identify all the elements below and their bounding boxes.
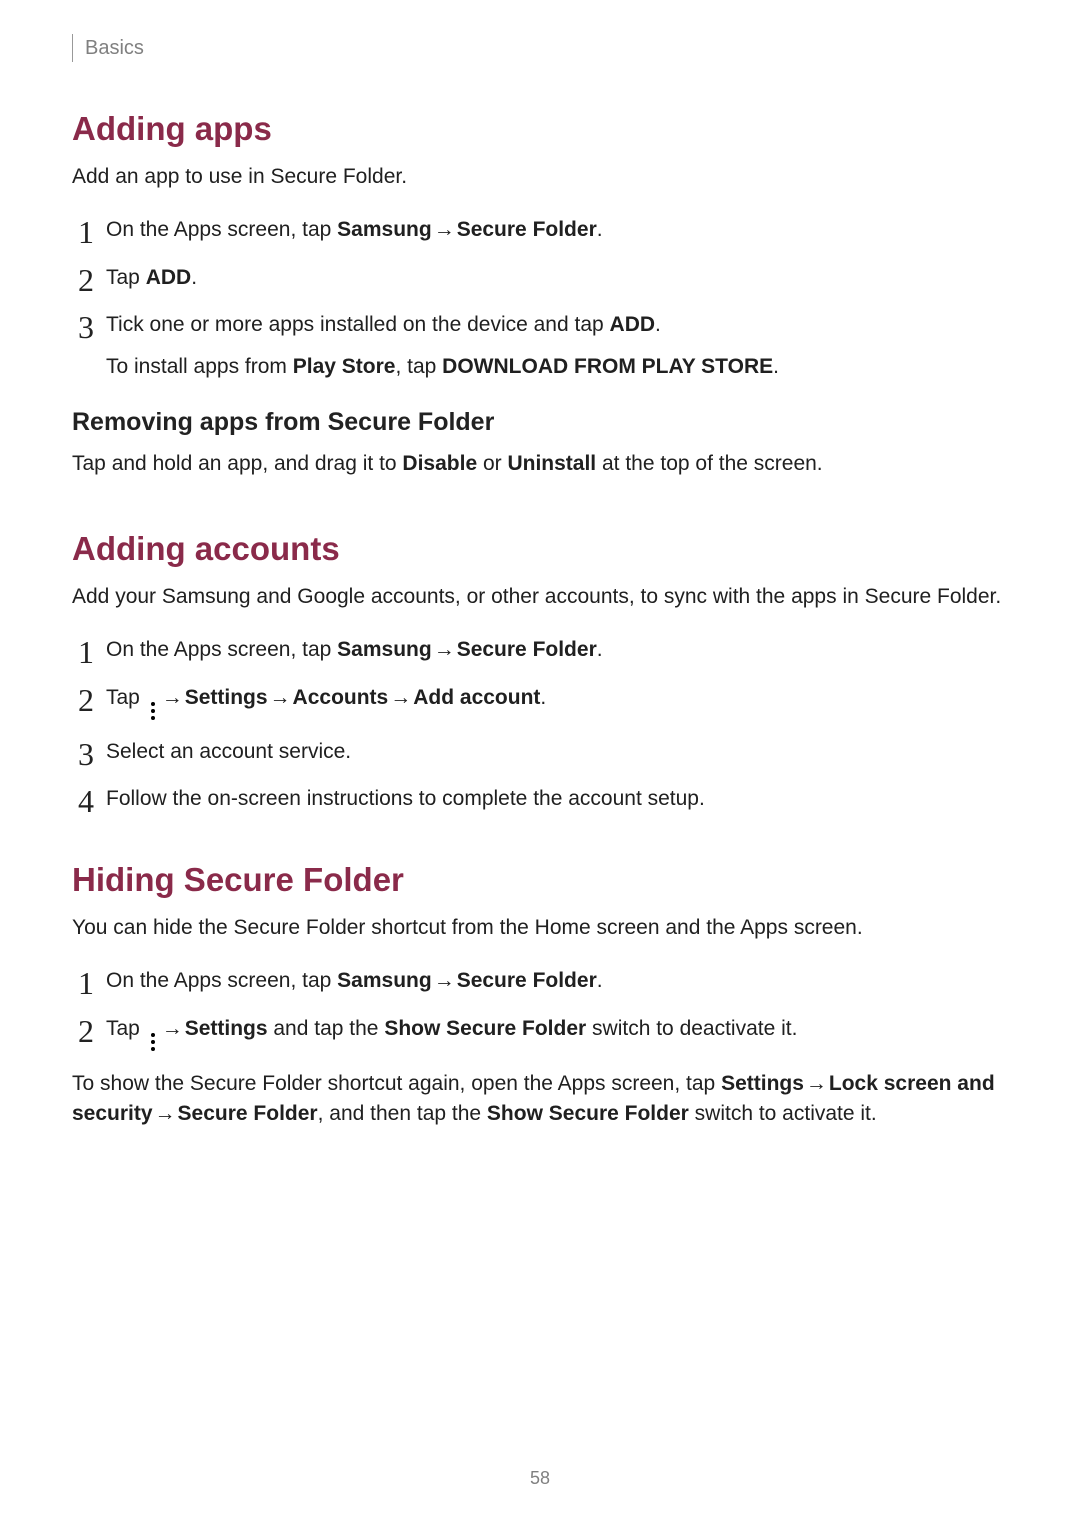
- header-rule: Basics: [72, 34, 1008, 62]
- bold: Secure Folder: [457, 638, 597, 661]
- step-text: , tap: [395, 355, 442, 378]
- list-item: Tap →Settings and tap the Show Secure Fo…: [72, 1013, 1008, 1051]
- bold: Show Secure Folder: [487, 1102, 689, 1125]
- steps-hiding-secure-folder: On the Apps screen, tap Samsung→Secure F…: [72, 965, 1008, 1051]
- step-text: To install apps from: [106, 355, 293, 378]
- arrow-icon: →: [804, 1072, 829, 1095]
- subheading-removing-apps: Removing apps from Secure Folder: [72, 408, 1008, 437]
- bold: Show Secure Folder: [384, 1017, 586, 1040]
- lead-hiding-secure-folder: You can hide the Secure Folder shortcut …: [72, 913, 1008, 943]
- page-number: 58: [0, 1468, 1080, 1489]
- manual-page: Basics Adding apps Add an app to use in …: [0, 0, 1080, 1130]
- step-text: Tap: [106, 686, 146, 709]
- step-text: switch to deactivate it.: [586, 1017, 797, 1040]
- step-text: On the Apps screen, tap: [106, 218, 337, 241]
- bold: Secure Folder: [457, 218, 597, 241]
- step-text: .: [655, 313, 661, 336]
- bold: Settings: [185, 1017, 268, 1040]
- text: To show the Secure Folder shortcut again…: [72, 1072, 721, 1095]
- arrow-icon: →: [268, 686, 293, 709]
- step-text: .: [597, 638, 603, 661]
- bold: Secure Folder: [457, 969, 597, 992]
- step-text: Follow the on-screen instructions to com…: [106, 787, 705, 810]
- bold: Disable: [402, 452, 477, 475]
- step-text: On the Apps screen, tap: [106, 969, 337, 992]
- text: , and then tap the: [318, 1102, 487, 1125]
- step-text: Select an account service.: [106, 740, 351, 763]
- step-text: and tap the: [268, 1017, 385, 1040]
- bold: Add account: [413, 686, 540, 709]
- step-extra: To install apps from Play Store, tap DOW…: [106, 351, 1008, 383]
- list-item: On the Apps screen, tap Samsung→Secure F…: [72, 214, 1008, 246]
- text: or: [477, 452, 507, 475]
- list-item: Tap →Settings→Accounts→Add account.: [72, 682, 1008, 720]
- list-item: Tap ADD.: [72, 262, 1008, 294]
- spacer: [72, 833, 1008, 861]
- arrow-icon: →: [432, 218, 457, 241]
- step-text: .: [540, 686, 546, 709]
- step-text: On the Apps screen, tap: [106, 638, 337, 661]
- arrow-icon: →: [432, 638, 457, 661]
- steps-adding-apps: On the Apps screen, tap Samsung→Secure F…: [72, 214, 1008, 382]
- body-show-again: To show the Secure Folder shortcut again…: [72, 1069, 1008, 1130]
- step-text: Tap: [106, 266, 146, 289]
- arrow-icon: →: [153, 1102, 178, 1125]
- list-item: On the Apps screen, tap Samsung→Secure F…: [72, 634, 1008, 666]
- list-item: On the Apps screen, tap Samsung→Secure F…: [72, 965, 1008, 997]
- bold: Settings: [185, 686, 268, 709]
- text: Tap and hold an app, and drag it to: [72, 452, 402, 475]
- arrow-icon: →: [160, 686, 185, 709]
- heading-adding-apps: Adding apps: [72, 110, 1008, 148]
- arrow-icon: →: [432, 969, 457, 992]
- list-item: Select an account service.: [72, 736, 1008, 768]
- header-section-label: Basics: [85, 37, 144, 60]
- step-text: Tick one or more apps installed on the d…: [106, 313, 610, 336]
- heading-hiding-secure-folder: Hiding Secure Folder: [72, 861, 1008, 899]
- heading-adding-accounts: Adding accounts: [72, 530, 1008, 568]
- text: switch to activate it.: [689, 1102, 877, 1125]
- bold: ADD: [146, 266, 192, 289]
- body-removing-apps: Tap and hold an app, and drag it to Disa…: [72, 449, 1008, 479]
- more-options-icon: [148, 1033, 158, 1051]
- bold: Samsung: [337, 969, 432, 992]
- step-text: Tap: [106, 1017, 146, 1040]
- bold: DOWNLOAD FROM PLAY STORE: [442, 355, 773, 378]
- bold: Samsung: [337, 638, 432, 661]
- arrow-icon: →: [388, 686, 413, 709]
- bold: Accounts: [293, 686, 389, 709]
- bold: Settings: [721, 1072, 804, 1095]
- list-item: Tick one or more apps installed on the d…: [72, 309, 1008, 382]
- text: at the top of the screen.: [596, 452, 822, 475]
- bold: Secure Folder: [178, 1102, 318, 1125]
- bold: Play Store: [293, 355, 396, 378]
- list-item: Follow the on-screen instructions to com…: [72, 783, 1008, 815]
- lead-adding-apps: Add an app to use in Secure Folder.: [72, 162, 1008, 192]
- step-text: .: [597, 969, 603, 992]
- lead-adding-accounts: Add your Samsung and Google accounts, or…: [72, 582, 1008, 612]
- bold: Samsung: [337, 218, 432, 241]
- bold: Uninstall: [507, 452, 596, 475]
- step-text: .: [773, 355, 779, 378]
- steps-adding-accounts: On the Apps screen, tap Samsung→Secure F…: [72, 634, 1008, 815]
- step-text: .: [191, 266, 197, 289]
- bold: ADD: [610, 313, 656, 336]
- arrow-icon: →: [160, 1017, 185, 1040]
- more-options-icon: [148, 702, 158, 720]
- step-text: .: [597, 218, 603, 241]
- spacer: [72, 502, 1008, 530]
